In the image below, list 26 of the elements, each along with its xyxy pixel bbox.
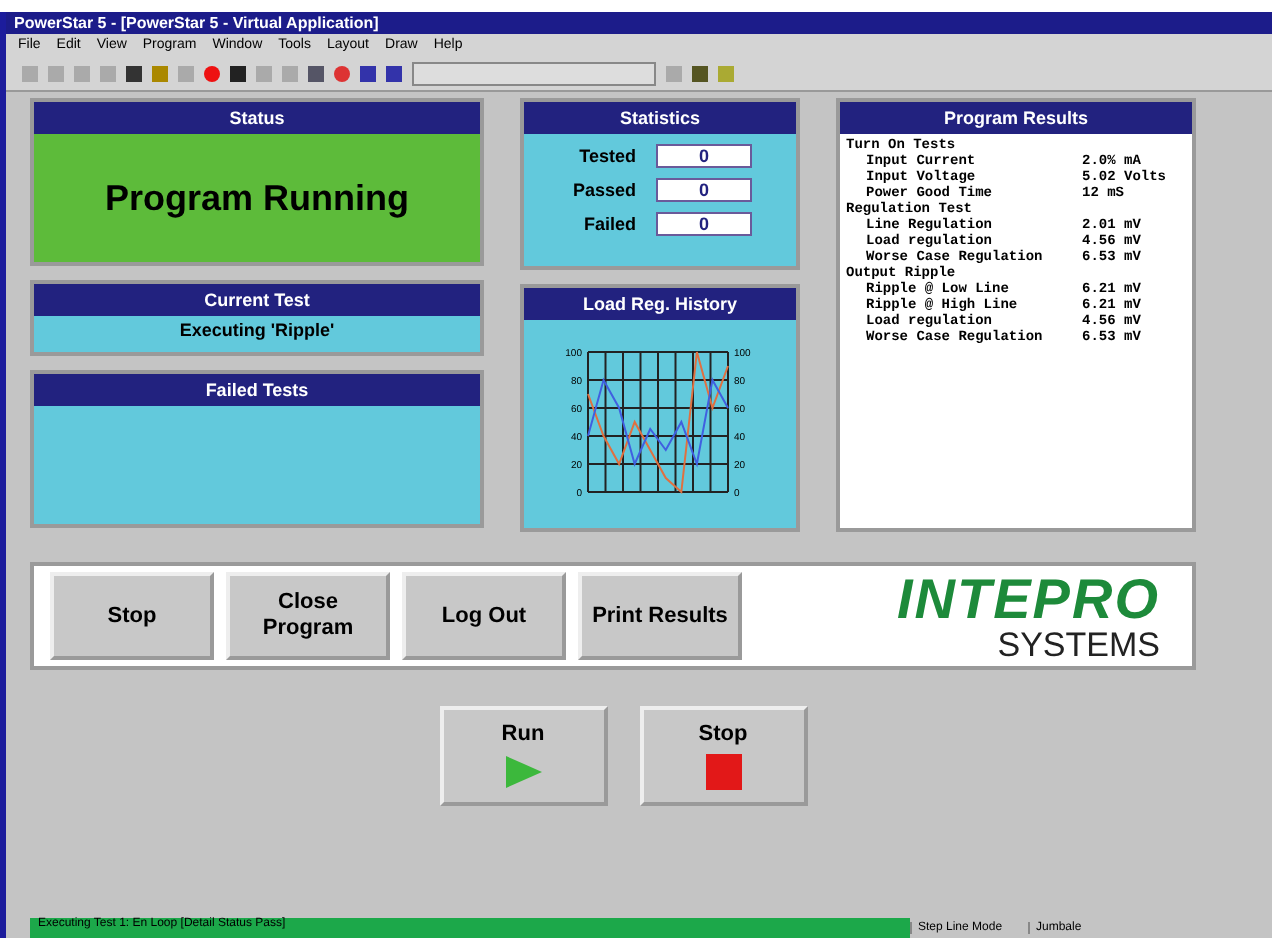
stat-value: 0 — [656, 178, 752, 202]
action-button[interactable]: Print Results — [578, 572, 742, 660]
stat-value: 0 — [656, 144, 752, 168]
stat-label: Failed — [581, 214, 636, 234]
run-button[interactable]: Run — [439, 706, 607, 806]
current-test-text: Executing 'Ripple' — [177, 318, 337, 344]
action-button[interactable]: Log Out — [402, 572, 566, 660]
action-button[interactable]: Stop — [50, 572, 214, 660]
panel-title: Current Test — [34, 284, 480, 316]
play-icon — [503, 754, 543, 790]
panel-title: Status — [34, 102, 480, 134]
stat-value: 0 — [656, 212, 752, 236]
action-button[interactable]: Close Program — [226, 572, 390, 660]
stat-label: Tested — [577, 146, 636, 166]
stat-label: Passed — [570, 180, 636, 200]
toolbar-combo[interactable] — [412, 61, 656, 85]
panel-title: Failed Tests — [34, 374, 480, 406]
logo-text: INTEPRO — [897, 571, 1160, 627]
stop-button[interactable]: Stop — [639, 706, 807, 806]
panel-title: Program Results — [840, 102, 1192, 134]
panel-title: Load Reg. History — [524, 288, 796, 320]
status-text: Program Running — [103, 175, 411, 222]
window-title: PowerStar 5 - [PowerStar 5 - Virtual Application] — [6, 12, 1272, 34]
panel-title: Statistics — [524, 102, 796, 134]
stop-icon — [705, 754, 741, 790]
logo-subtext: SYSTEMS — [997, 627, 1160, 661]
